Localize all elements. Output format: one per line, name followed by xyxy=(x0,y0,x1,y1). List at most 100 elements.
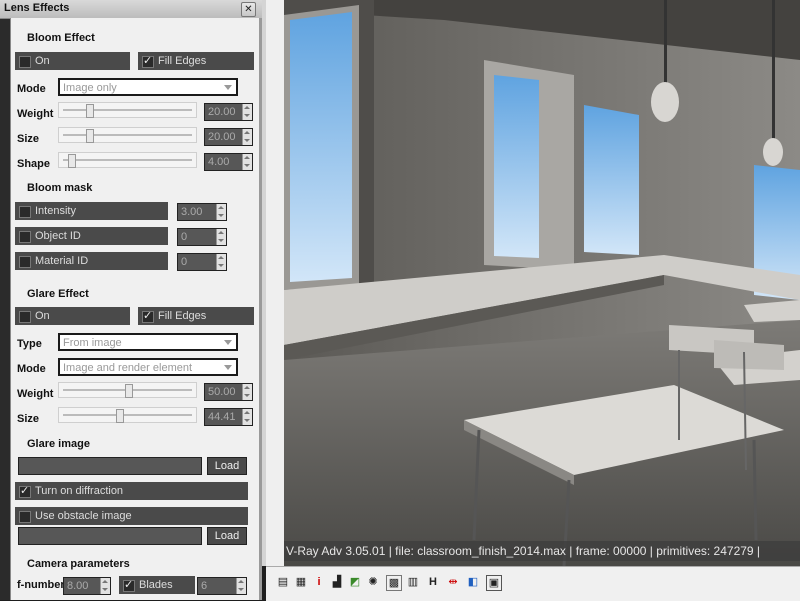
spinner-arrows-icon[interactable] xyxy=(216,254,226,270)
bloom-size-spinner[interactable]: 20.00 xyxy=(204,128,253,146)
bloom-mode-label: Mode xyxy=(17,83,46,95)
bloom-weight-spinner[interactable]: 20.00 xyxy=(204,103,253,121)
material-id-spinner[interactable]: 0 xyxy=(177,253,227,271)
object-id-box xyxy=(19,231,31,243)
region-icon[interactable]: ▩ xyxy=(386,575,402,591)
stereo-icon[interactable]: ⇹ xyxy=(446,575,460,589)
glare-fill-edges-checkbox[interactable]: Fill Edges xyxy=(138,307,254,325)
bloom-shape-label: Shape xyxy=(17,158,51,170)
fnumber-value: 8.00 xyxy=(67,580,89,592)
glare-mode-label: Mode xyxy=(17,363,46,375)
bloom-fill-edges-box xyxy=(142,54,154,68)
bloom-weight-value: 20.00 xyxy=(208,106,236,118)
glare-type-label: Type xyxy=(17,338,42,350)
render-status-text: V-Ray Adv 3.05.01 | file: classroom_fini… xyxy=(286,544,761,558)
blades-checkbox[interactable]: Blades xyxy=(119,576,195,594)
glare-size-thumb[interactable] xyxy=(116,409,125,423)
glare-type-dropdown[interactable]: From image xyxy=(58,333,238,351)
spinner-arrows-icon[interactable] xyxy=(242,104,252,120)
film-strip-icon[interactable]: ▦ xyxy=(294,575,308,589)
bloom-weight-thumb[interactable] xyxy=(86,104,95,118)
info-icon[interactable]: i xyxy=(312,575,326,589)
material-id-box xyxy=(19,256,31,268)
bloom-shape-value: 4.00 xyxy=(208,156,230,168)
chevron-down-icon xyxy=(224,365,232,370)
glare-section-title: Glare Effect xyxy=(27,288,89,300)
bloom-size-slider[interactable] xyxy=(58,127,197,143)
intensity-checkbox[interactable]: Intensity xyxy=(15,202,168,220)
glare-weight-slider[interactable] xyxy=(58,382,197,398)
material-id-label: Material ID xyxy=(35,255,89,267)
bloom-section-title: Bloom Effect xyxy=(27,32,95,44)
bloom-mask-section-title: Bloom mask xyxy=(27,182,93,194)
glare-image-section-title: Glare image xyxy=(27,438,90,450)
panel-title: Lens Effects xyxy=(4,2,70,14)
blades-spinner[interactable]: 6 xyxy=(197,577,247,595)
glare-mode-dropdown[interactable]: Image and render element xyxy=(58,358,238,376)
blades-box xyxy=(123,578,135,592)
glare-type-value: From image xyxy=(63,337,122,349)
bloom-on-box xyxy=(19,56,31,68)
compare-icon[interactable]: ◧ xyxy=(466,575,480,589)
fnumber-spinner[interactable]: 8.00 xyxy=(63,577,111,595)
spinner-arrows-icon[interactable] xyxy=(100,578,110,594)
material-id-checkbox[interactable]: Material ID xyxy=(15,252,168,270)
history-icon[interactable]: ▥ xyxy=(406,575,420,589)
glare-weight-spinner[interactable]: 50.00 xyxy=(204,383,253,401)
lens-effects-panel: Lens Effects ✕ Bloom Effect On Fill Edge… xyxy=(0,0,262,600)
glare-image-path-field[interactable] xyxy=(18,457,202,475)
spinner-arrows-icon[interactable] xyxy=(242,154,252,170)
spinner-arrows-icon[interactable] xyxy=(216,229,226,245)
bloom-weight-slider[interactable] xyxy=(58,102,197,118)
object-id-checkbox[interactable]: Object ID xyxy=(15,227,168,245)
panel-titlebar: Lens Effects ✕ xyxy=(0,0,262,19)
glare-image-load-button[interactable]: Load xyxy=(207,457,247,475)
spinner-arrows-icon[interactable] xyxy=(242,129,252,145)
bloom-fill-edges-checkbox[interactable]: Fill Edges xyxy=(138,52,254,70)
bloom-size-value: 20.00 xyxy=(208,131,236,143)
object-id-label: Object ID xyxy=(35,230,81,242)
glare-size-value: 44.41 xyxy=(208,411,236,423)
spinner-arrows-icon[interactable] xyxy=(236,578,246,594)
glare-fill-edges-box xyxy=(142,309,154,323)
glare-size-spinner[interactable]: 44.41 xyxy=(204,408,253,426)
lens-icon[interactable]: ✺ xyxy=(366,575,380,589)
intensity-label: Intensity xyxy=(35,205,76,217)
bloom-mode-dropdown[interactable]: Image only xyxy=(58,78,238,96)
glare-weight-value: 50.00 xyxy=(208,386,236,398)
intensity-spinner[interactable]: 3.00 xyxy=(177,203,227,221)
h-icon[interactable]: H xyxy=(426,575,440,589)
fnumber-label: f-number xyxy=(17,579,65,591)
glare-on-checkbox[interactable]: On xyxy=(15,307,130,325)
obstacle-image-path-field[interactable] xyxy=(18,527,202,545)
object-id-spinner[interactable]: 0 xyxy=(177,228,227,246)
frame-buffer-toolbar: ▤ ▦ i ▟ ◩ ✺ ▩ ▥ H ⇹ ◧ ▣ xyxy=(266,566,800,601)
obstacle-image-load-button[interactable]: Load xyxy=(207,527,247,545)
diffraction-label: Turn on diffraction xyxy=(35,485,124,497)
glare-on-label: On xyxy=(35,310,50,322)
spinner-arrows-icon[interactable] xyxy=(242,409,252,425)
layers-icon[interactable]: ▤ xyxy=(276,575,290,589)
spinner-arrows-icon[interactable] xyxy=(242,384,252,400)
histogram-icon[interactable]: ▟ xyxy=(330,575,344,589)
diffraction-checkbox[interactable]: Turn on diffraction xyxy=(15,482,248,500)
bloom-on-checkbox[interactable]: On xyxy=(15,52,130,70)
glare-size-slider[interactable] xyxy=(58,407,197,423)
render-status-bar: V-Ray Adv 3.05.01 | file: classroom_fini… xyxy=(284,541,800,561)
close-button[interactable]: ✕ xyxy=(241,2,256,17)
grid-icon[interactable]: ▣ xyxy=(486,575,502,591)
bloom-shape-thumb[interactable] xyxy=(68,154,77,168)
bloom-shape-spinner[interactable]: 4.00 xyxy=(204,153,253,171)
bloom-shape-slider[interactable] xyxy=(58,152,197,168)
frame-buffer-left-border xyxy=(262,0,284,566)
obstacle-label: Use obstacle image xyxy=(35,510,132,522)
bloom-size-thumb[interactable] xyxy=(86,129,95,143)
close-icon: ✕ xyxy=(244,4,253,15)
diffraction-box xyxy=(19,484,31,498)
obstacle-image-checkbox[interactable]: Use obstacle image xyxy=(15,507,248,525)
bloom-on-label: On xyxy=(35,55,50,67)
color-correction-icon[interactable]: ◩ xyxy=(348,575,362,589)
glare-weight-thumb[interactable] xyxy=(124,384,133,398)
obstacle-box xyxy=(19,511,31,523)
spinner-arrows-icon[interactable] xyxy=(216,204,226,220)
